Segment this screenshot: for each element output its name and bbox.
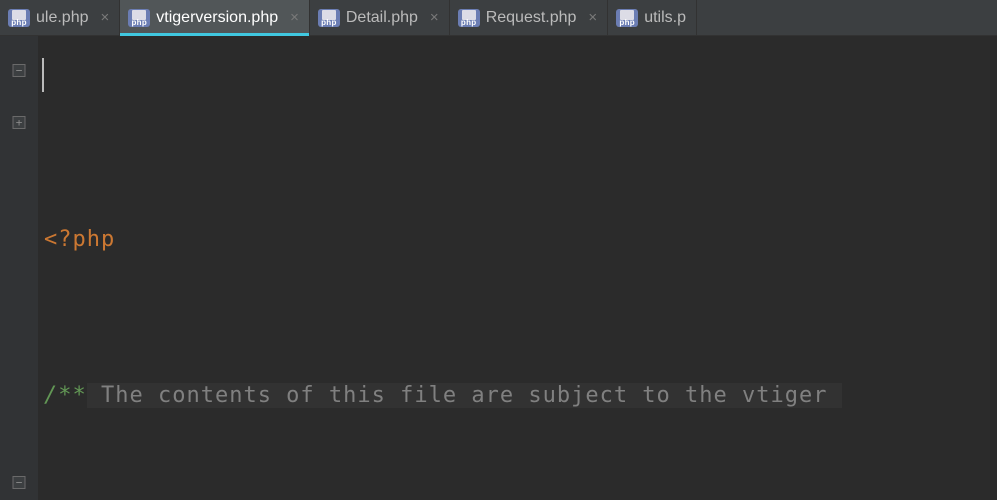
tab-request[interactable]: Request.php × (450, 0, 609, 35)
tab-utils[interactable]: utils.p (608, 0, 697, 35)
code-line: <?php (44, 214, 997, 266)
tab-label: Request.php (486, 9, 577, 27)
fold-collapse-icon[interactable]: − (13, 64, 26, 77)
close-icon[interactable]: × (430, 9, 439, 26)
tab-bar: ule.php × vtigerversion.php × Detail.php… (0, 0, 997, 36)
close-icon[interactable]: × (101, 9, 110, 26)
php-icon (318, 9, 340, 27)
gutter: − + − (0, 36, 38, 500)
fold-expand-icon[interactable]: + (13, 116, 26, 129)
tab-label: vtigerversion.php (156, 9, 278, 27)
text-cursor (42, 58, 44, 92)
doc-stars: /** (44, 383, 87, 408)
close-icon[interactable]: × (290, 9, 299, 26)
close-icon[interactable]: × (588, 9, 597, 26)
tab-vtigerversion[interactable]: vtigerversion.php × (120, 0, 310, 35)
php-icon (8, 9, 30, 27)
tab-ule[interactable]: ule.php × (0, 0, 120, 35)
tab-detail[interactable]: Detail.php × (310, 0, 450, 35)
tab-label: utils.p (644, 9, 686, 27)
editor: − + − <?php /** The contents of this fil… (0, 36, 997, 500)
php-icon (458, 9, 480, 27)
code-line: /** The contents of this file are subjec… (44, 370, 997, 422)
tab-label: ule.php (36, 9, 89, 27)
doc-text: The contents of this file are subject to… (87, 383, 842, 408)
php-icon (128, 9, 150, 27)
tab-label: Detail.php (346, 9, 418, 27)
php-open-tag: <?php (44, 227, 115, 252)
code-area[interactable]: <?php /** The contents of this file are … (38, 36, 997, 500)
php-icon (616, 9, 638, 27)
fold-collapse-icon[interactable]: − (13, 476, 26, 489)
